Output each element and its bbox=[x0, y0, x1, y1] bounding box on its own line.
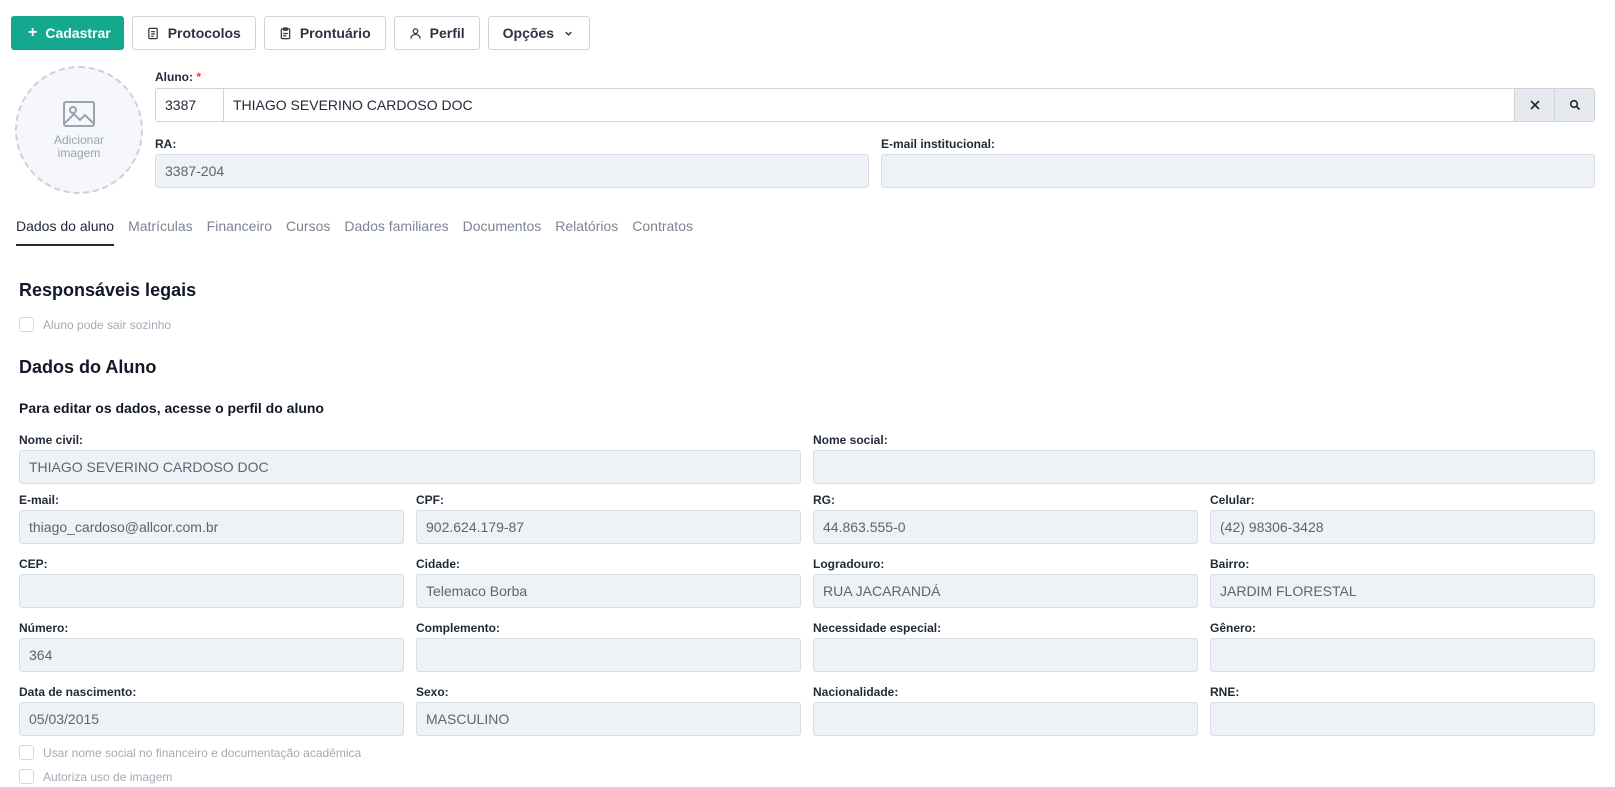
search-icon bbox=[1569, 99, 1580, 111]
email-field[interactable]: thiago_cardoso@allcor.com.br bbox=[19, 510, 404, 544]
user-icon bbox=[409, 27, 421, 39]
dados-aluno-subtitle: Para editar os dados, acesse o perfil do… bbox=[19, 400, 324, 416]
logradouro-field[interactable]: RUA JACARANDÁ bbox=[813, 574, 1198, 608]
toolbar: + Cadastrar Protocolos Prontuário Perfil… bbox=[11, 16, 590, 50]
checkbox-label: Autoriza uso de imagem bbox=[43, 769, 173, 784]
required-mark: * bbox=[196, 70, 202, 84]
complemento-label: Complemento: bbox=[416, 621, 500, 635]
tab-relatorios[interactable]: Relatórios bbox=[555, 218, 618, 246]
perfil-label: Perfil bbox=[429, 25, 465, 41]
aluno-label: Aluno: * bbox=[155, 70, 201, 84]
tab-matriculas[interactable]: Matrículas bbox=[128, 218, 193, 246]
bairro-label: Bairro: bbox=[1210, 557, 1250, 571]
aluno-code-input[interactable]: 3387 bbox=[156, 89, 224, 121]
data-nascimento-label: Data de nascimento: bbox=[19, 685, 137, 699]
necessidade-especial-field[interactable] bbox=[813, 638, 1198, 672]
nacionalidade-label: Nacionalidade: bbox=[813, 685, 899, 699]
email-institucional-label: E-mail institucional: bbox=[881, 137, 996, 151]
sexo-field[interactable]: MASCULINO bbox=[416, 702, 801, 736]
avatar-label-2: imagem bbox=[57, 146, 101, 160]
checkbox-box[interactable] bbox=[19, 317, 34, 332]
prontuario-label: Prontuário bbox=[299, 25, 371, 41]
aluno-label-text: Aluno: bbox=[155, 70, 193, 84]
necessidade-especial-label: Necessidade especial: bbox=[813, 621, 942, 635]
checkbox-box[interactable] bbox=[19, 745, 34, 760]
protocolos-label: Protocolos bbox=[167, 25, 241, 41]
nome-civil-label: Nome civil: bbox=[19, 433, 84, 447]
cpf-field[interactable]: 902.624.179-87 bbox=[416, 510, 801, 544]
celular-field[interactable]: (42) 98306-3428 bbox=[1210, 510, 1595, 544]
image-icon bbox=[63, 101, 95, 127]
genero-field[interactable] bbox=[1210, 638, 1595, 672]
tab-bar: Dados do aluno Matrículas Financeiro Cur… bbox=[16, 218, 693, 246]
nome-social-label: Nome social: bbox=[813, 433, 888, 447]
cadastrar-button[interactable]: + Cadastrar bbox=[11, 16, 124, 50]
rne-label: RNE: bbox=[1210, 685, 1240, 699]
checkbox-label: Aluno pode sair sozinho bbox=[43, 317, 172, 332]
celular-label: Celular: bbox=[1210, 493, 1255, 507]
nome-civil-field[interactable]: THIAGO SEVERINO CARDOSO DOC bbox=[19, 450, 801, 484]
nome-social-financeiro-checkbox[interactable]: Usar nome social no financeiro e documen… bbox=[19, 745, 361, 760]
checkbox-box[interactable] bbox=[19, 769, 34, 784]
tab-dados-aluno[interactable]: Dados do aluno bbox=[16, 218, 115, 246]
add-image-avatar[interactable]: Adicionar imagem bbox=[15, 66, 143, 194]
cidade-field[interactable]: Telemaco Borba bbox=[416, 574, 801, 608]
search-aluno-button[interactable] bbox=[1554, 89, 1594, 121]
numero-field[interactable]: 364 bbox=[19, 638, 404, 672]
complemento-field[interactable] bbox=[416, 638, 801, 672]
tab-documentos[interactable]: Documentos bbox=[463, 218, 542, 246]
sexo-label: Sexo: bbox=[416, 685, 449, 699]
rg-label: RG: bbox=[813, 493, 835, 507]
protocolos-button[interactable]: Protocolos bbox=[131, 16, 256, 50]
genero-label: Gênero: bbox=[1210, 621, 1257, 635]
clear-aluno-button[interactable] bbox=[1514, 89, 1554, 121]
uso-imagem-checkbox[interactable]: Autoriza uso de imagem bbox=[19, 769, 172, 784]
numero-label: Número: bbox=[19, 621, 69, 635]
cep-label: CEP: bbox=[19, 557, 48, 571]
ra-field[interactable]: 3387-204 bbox=[155, 154, 869, 188]
perfil-button[interactable]: Perfil bbox=[393, 16, 480, 50]
aluno-selector: 3387 THIAGO SEVERINO CARDOSO DOC bbox=[155, 88, 1595, 122]
tab-contratos[interactable]: Contratos bbox=[632, 218, 693, 246]
email-institucional-field[interactable] bbox=[881, 154, 1595, 188]
bairro-field[interactable]: JARDIM FLORESTAL bbox=[1210, 574, 1595, 608]
logradouro-label: Logradouro: bbox=[813, 557, 885, 571]
nacionalidade-field[interactable] bbox=[813, 702, 1198, 736]
cadastrar-label: Cadastrar bbox=[45, 25, 111, 41]
nome-social-field[interactable] bbox=[813, 450, 1595, 484]
cep-field[interactable] bbox=[19, 574, 404, 608]
chevron-down-icon bbox=[565, 31, 572, 36]
tab-dados-familiares[interactable]: Dados familiares bbox=[344, 218, 448, 246]
ra-label: RA: bbox=[155, 137, 177, 151]
tab-cursos[interactable]: Cursos bbox=[286, 218, 330, 246]
document-list-icon bbox=[147, 27, 158, 39]
aluno-name-input[interactable]: THIAGO SEVERINO CARDOSO DOC bbox=[224, 89, 1514, 121]
rne-field[interactable] bbox=[1210, 702, 1595, 736]
aluno-sai-sozinho-checkbox[interactable]: Aluno pode sair sozinho bbox=[19, 317, 171, 332]
dados-aluno-title: Dados do Aluno bbox=[19, 357, 157, 377]
cpf-label: CPF: bbox=[416, 493, 444, 507]
checkbox-label: Usar nome social no financeiro e documen… bbox=[43, 745, 362, 760]
email-label: E-mail: bbox=[19, 493, 60, 507]
plus-icon: + bbox=[28, 24, 38, 41]
prontuario-button[interactable]: Prontuário bbox=[263, 16, 386, 50]
clipboard-icon bbox=[280, 26, 291, 39]
cidade-label: Cidade: bbox=[416, 557, 461, 571]
opcoes-dropdown[interactable]: Opções bbox=[487, 16, 590, 50]
tab-financeiro[interactable]: Financeiro bbox=[207, 218, 272, 246]
opcoes-label: Opções bbox=[502, 25, 554, 41]
close-icon bbox=[1529, 100, 1540, 110]
data-nascimento-field[interactable]: 05/03/2015 bbox=[19, 702, 404, 736]
responsaveis-title: Responsáveis legais bbox=[19, 280, 197, 300]
rg-field[interactable]: 44.863.555-0 bbox=[813, 510, 1198, 544]
